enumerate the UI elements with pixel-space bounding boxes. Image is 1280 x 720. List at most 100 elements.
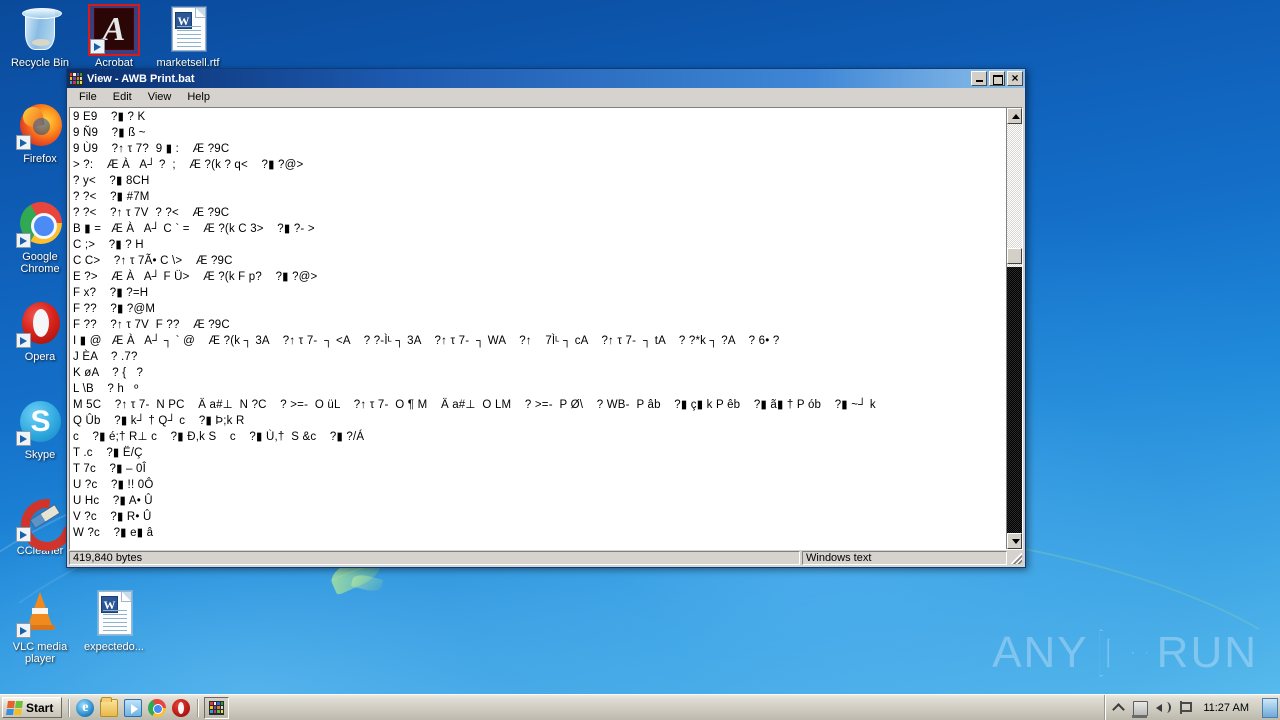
scrollbar-thumb[interactable] <box>1007 248 1022 264</box>
content-line: 9 Ù9 ?↑ τ 7? 9 ▮ : Æ ?9C <box>73 143 230 155</box>
ccleaner-icon <box>16 494 64 542</box>
scroll-up-button[interactable] <box>1007 108 1022 124</box>
content-line: F ?? ?▮ ?@M <box>73 303 156 315</box>
view-window[interactable]: View - AWB Print.bat File Edit View Help… <box>66 68 1026 568</box>
shortcut-arrow-icon <box>16 623 31 638</box>
minimize-button[interactable] <box>971 71 987 86</box>
menu-item-edit[interactable]: Edit <box>106 89 139 105</box>
file-content-text[interactable]: 9 E9 ?▮ ? K 9 Ñ9 ?▮ ß ~ 9 Ù9 ?↑ τ 7? 9 ▮ :… <box>70 108 1006 549</box>
opera-icon <box>16 300 64 348</box>
anyrun-play-logo-icon <box>1097 628 1149 678</box>
shortcut-arrow-icon <box>16 233 31 248</box>
scrollbar-track-lower[interactable] <box>1007 267 1022 533</box>
content-line: ? ?< ?↑ τ 7V ? ?< Æ ?9C <box>73 207 230 219</box>
content-line: > ?: Æ À A┘ ? ; Æ ?(k ? q< ?▮ ?@> <box>73 159 304 171</box>
resize-grip[interactable] <box>1009 551 1023 565</box>
skype-icon <box>16 398 64 446</box>
status-file-size: 419,840 bytes <box>69 551 800 565</box>
menu-item-file[interactable]: File <box>72 89 104 105</box>
volume-icon[interactable] <box>1155 700 1172 715</box>
desktop[interactable]: Recycle Bin Acrobat W marketsell.rtf Fir… <box>0 0 1280 720</box>
taskbar-divider <box>197 698 199 717</box>
content-line: C C> ?↑ τ 7Ã• C \> Æ ?9C <box>73 255 233 267</box>
content-line: Q Ûb ?▮ k┘ † Q┘ c ?▮ Þ;k R <box>73 415 245 427</box>
content-line: J ÈA ? .7? <box>73 351 138 363</box>
content-line: T 7c ?▮ – 0Î <box>73 463 147 475</box>
show-desktop-button[interactable] <box>1262 697 1278 718</box>
watermark-text-run: RUN <box>1156 628 1258 677</box>
content-line: 9 E9 ?▮ ? K <box>73 111 146 123</box>
desktop-icon-label: expectedo... <box>84 641 144 653</box>
content-line: K øA ? { ? <box>73 367 144 379</box>
desktop-icon-marketsell-rtf[interactable]: W marketsell.rtf <box>152 6 224 69</box>
word-document-icon: W <box>164 6 212 54</box>
taskbar[interactable]: Start 11:27 AM <box>0 694 1280 720</box>
content-line: M 5C ?↑ τ 7- N PC Ä a#⊥ N ?C ? >=- O üL … <box>73 399 876 411</box>
content-line: U ?c ?▮ !! 0Ô <box>73 479 154 491</box>
content-line: ? ?< ?▮ #7M <box>73 191 150 203</box>
scrollbar-track[interactable] <box>1007 124 1022 533</box>
maximize-button[interactable] <box>989 71 1005 86</box>
window-title-bar[interactable]: View - AWB Print.bat <box>67 69 1025 88</box>
system-tray[interactable]: 11:27 AM <box>1104 695 1280 720</box>
shortcut-arrow-icon <box>16 135 31 150</box>
show-hidden-icons-chevron-icon[interactable] <box>1111 700 1126 715</box>
menu-item-help[interactable]: Help <box>180 89 217 105</box>
desktop-icon-vlc-media-player[interactable]: VLC media player <box>4 590 76 665</box>
content-line: F x? ?▮ ?=H <box>73 287 149 299</box>
content-line: F ?? ?↑ τ 7V F ?? Æ ?9C <box>73 319 230 331</box>
taskbar-divider <box>68 698 70 717</box>
desktop-icon-recycle-bin[interactable]: Recycle Bin <box>4 6 76 69</box>
explorer-folder-icon[interactable] <box>100 696 119 717</box>
content-line: W ?c ?▮ e▮ â <box>73 527 154 539</box>
action-center-flag-icon[interactable] <box>1177 700 1193 715</box>
chrome-icon[interactable] <box>148 698 167 717</box>
desktop-icon-label: VLC media player <box>12 641 68 665</box>
menu-bar[interactable]: File Edit View Help <box>67 88 1025 107</box>
desktop-icon-expectedoc[interactable]: W expectedo... <box>78 590 150 653</box>
start-button-label: Start <box>26 700 54 715</box>
anyrun-watermark: ANY RUN <box>992 628 1258 678</box>
content-line: ? y< ?▮ 8CH <box>73 175 150 187</box>
vlc-icon <box>16 590 64 638</box>
view-app-icon <box>69 71 83 86</box>
content-line: C ;> ?▮ ? H <box>73 239 144 251</box>
quick-launch-bar[interactable] <box>72 696 194 717</box>
window-controls[interactable] <box>971 71 1023 86</box>
shortcut-arrow-icon <box>16 333 31 348</box>
taskbar-clock[interactable]: 11:27 AM <box>1199 702 1253 714</box>
content-line: E ?> Æ À A┘ F Ü> Æ ?(k F p? ?▮ ?@> <box>73 271 318 283</box>
menu-item-view[interactable]: View <box>141 89 179 105</box>
media-player-icon[interactable] <box>124 698 143 717</box>
taskbar-item-view-window[interactable] <box>204 696 230 719</box>
desktop-icon-acrobat[interactable]: Acrobat <box>78 4 150 69</box>
vertical-scrollbar[interactable] <box>1006 108 1022 549</box>
content-line: c ?▮ é;† R⊥ c ?▮ Ð,k S c ?▮ Ù,† S &c ?▮ … <box>73 431 365 443</box>
windows-flag-icon <box>6 700 23 715</box>
firefox-icon <box>16 102 64 150</box>
window-title: View - AWB Print.bat <box>87 72 195 85</box>
recycle-bin-icon <box>16 6 64 54</box>
shortcut-arrow-icon <box>90 39 105 54</box>
status-encoding: Windows text <box>802 551 1007 565</box>
shortcut-arrow-icon <box>16 431 31 446</box>
internet-explorer-icon[interactable] <box>76 698 95 717</box>
taskbar-window-buttons[interactable] <box>201 696 1104 719</box>
watermark-text-any: ANY <box>992 628 1089 677</box>
content-line: B ▮ = Æ À A┘ C ` = Æ ?(k C 3> ?▮ ?- > <box>73 223 315 235</box>
shortcut-arrow-icon <box>16 527 31 542</box>
scroll-down-button[interactable] <box>1007 533 1022 549</box>
opera-icon[interactable] <box>172 698 191 717</box>
acrobat-icon <box>88 4 140 56</box>
chrome-icon <box>16 200 64 248</box>
network-icon[interactable] <box>1132 701 1149 718</box>
start-button[interactable]: Start <box>2 697 63 718</box>
close-button[interactable] <box>1007 71 1023 86</box>
content-line: I ▮ @ Æ À A┘ ┐ ` @ Æ ?(k ┐ 3A ?↑ τ 7- ┐ … <box>73 335 780 347</box>
status-bar: 419,840 bytes Windows text <box>67 550 1025 567</box>
content-line: T .c ?▮ Ë/Ç <box>73 447 143 459</box>
word-document-icon: W <box>90 590 138 638</box>
content-line: U Hc ?▮ A• Û <box>73 495 153 507</box>
document-client-area[interactable]: 9 E9 ?▮ ? K 9 Ñ9 ?▮ ß ~ 9 Ù9 ?↑ τ 7? 9 ▮ :… <box>69 107 1023 550</box>
content-line: V ?c ?▮ R• Û <box>73 511 152 523</box>
